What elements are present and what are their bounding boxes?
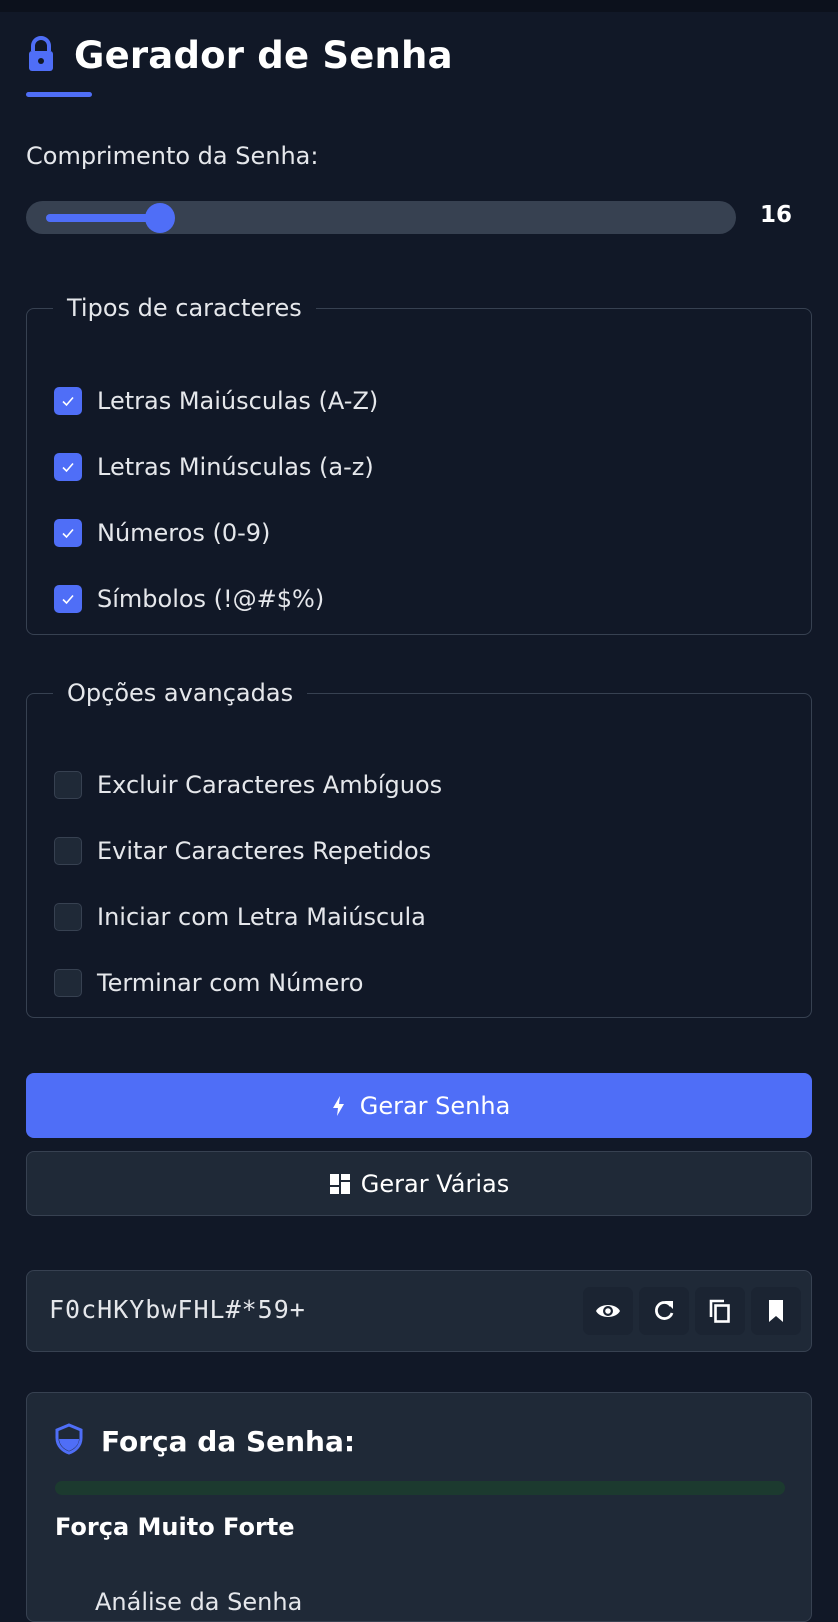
length-label: Comprimento da Senha:	[26, 142, 319, 170]
generate-button[interactable]: Gerar Senha	[26, 1073, 812, 1138]
grid-icon	[329, 1173, 350, 1194]
copy-button[interactable]	[695, 1287, 745, 1335]
bookmark-icon	[769, 1300, 783, 1322]
check-icon	[62, 594, 74, 605]
save-button[interactable]	[751, 1287, 801, 1335]
option-uppercase[interactable]: Letras Maiúsculas (A-Z)	[54, 387, 378, 415]
checkbox-lowercase[interactable]	[54, 453, 82, 481]
checkbox-avoid-repeated[interactable]	[54, 837, 82, 865]
length-slider[interactable]	[26, 201, 736, 234]
generate-button-label: Gerar Senha	[359, 1091, 511, 1120]
advanced-options-group: Opções avançadas Excluir Caracteres Ambí…	[26, 679, 812, 1018]
checkbox-uppercase[interactable]	[54, 387, 82, 415]
option-label: Letras Maiúsculas (A-Z)	[97, 387, 379, 415]
generate-many-button-label: Gerar Várias	[360, 1169, 510, 1198]
app-header: Gerador de Senha	[26, 34, 453, 77]
check-icon	[62, 528, 74, 539]
checkbox-symbols[interactable]	[54, 585, 82, 613]
copy-icon	[709, 1299, 730, 1323]
check-icon	[62, 462, 74, 473]
strength-title: Força da Senha:	[101, 1424, 356, 1458]
char-types-legend: Tipos de caracteres	[67, 294, 302, 322]
eye-icon	[596, 1305, 620, 1317]
regenerate-button[interactable]	[639, 1287, 689, 1335]
slider-thumb[interactable]	[144, 203, 175, 233]
option-label: Terminar com Número	[97, 969, 364, 997]
top-bar	[0, 0, 838, 12]
strength-bar	[55, 1481, 785, 1495]
bolt-icon	[332, 1095, 344, 1116]
checkbox-numbers[interactable]	[54, 519, 82, 547]
option-symbols[interactable]: Símbolos (!@#$%)	[54, 585, 324, 613]
option-numbers[interactable]: Números (0-9)	[54, 519, 270, 547]
strength-level: Força Muito Forte	[55, 1513, 295, 1541]
option-lowercase[interactable]: Letras Minúsculas (a-z)	[54, 453, 374, 481]
check-icon	[62, 396, 74, 407]
option-label: Letras Minúsculas (a-z)	[97, 453, 374, 481]
strength-card: Força da Senha: Força Muito Forte Anális…	[26, 1392, 812, 1622]
analysis-label: Análise da Senha	[95, 1588, 303, 1616]
option-label: Iniciar com Letra Maiúscula	[97, 903, 426, 931]
strength-header: Força da Senha:	[55, 1423, 355, 1459]
option-label: Números (0-9)	[97, 519, 271, 547]
lock-icon	[26, 35, 56, 77]
checkbox-end-number[interactable]	[54, 969, 82, 997]
option-label: Excluir Caracteres Ambíguos	[97, 771, 443, 799]
password-text[interactable]: F0cHKYbwFHL#*59+	[49, 1295, 306, 1324]
checkbox-start-uppercase[interactable]	[54, 903, 82, 931]
refresh-icon	[655, 1301, 674, 1320]
option-avoid-repeated[interactable]: Evitar Caracteres Repetidos	[54, 837, 431, 865]
option-label: Símbolos (!@#$%)	[97, 585, 325, 613]
option-start-uppercase[interactable]: Iniciar com Letra Maiúscula	[54, 903, 426, 931]
checkbox-exclude-ambiguous[interactable]	[54, 771, 82, 799]
char-types-group: Tipos de caracteres Letras Maiúsculas (A…	[26, 294, 812, 635]
title-underline	[26, 92, 92, 97]
page-title: Gerador de Senha	[74, 34, 453, 77]
password-output: F0cHKYbwFHL#*59+	[26, 1270, 812, 1352]
generate-many-button[interactable]: Gerar Várias	[26, 1151, 812, 1216]
shield-icon	[55, 1423, 83, 1459]
slider-fill	[46, 214, 160, 222]
length-value: 16	[760, 202, 793, 228]
option-end-number[interactable]: Terminar com Número	[54, 969, 363, 997]
option-exclude-ambiguous[interactable]: Excluir Caracteres Ambíguos	[54, 771, 442, 799]
toggle-visibility-button[interactable]	[583, 1287, 633, 1335]
option-label: Evitar Caracteres Repetidos	[97, 837, 432, 865]
advanced-legend: Opções avançadas	[67, 679, 294, 707]
